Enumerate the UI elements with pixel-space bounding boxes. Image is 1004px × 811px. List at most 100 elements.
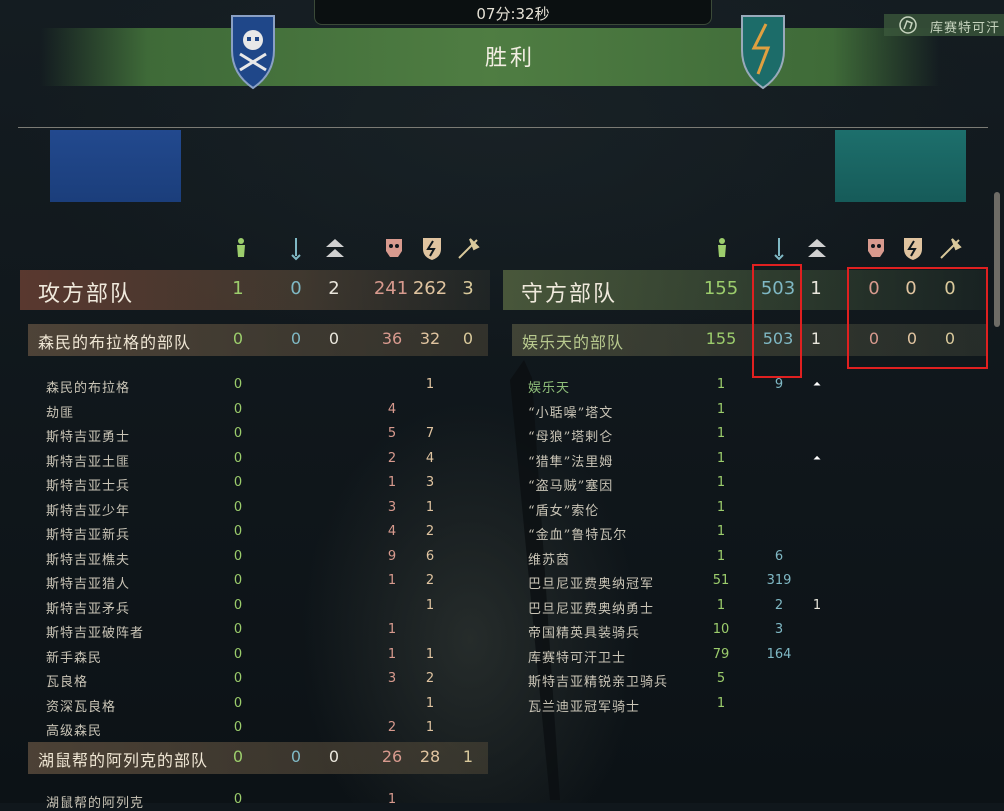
troop-routed: 1	[425, 647, 435, 662]
defender-flag	[835, 130, 966, 202]
troop-name: 劫匪	[46, 406, 75, 421]
troop-name: 娱乐天	[528, 381, 571, 396]
killed-icon	[386, 239, 402, 257]
battle-result-title: 胜利	[484, 46, 535, 71]
troop-ready: 0	[233, 426, 243, 441]
upgrade-icon	[808, 239, 826, 257]
troop-name: 斯特吉亚土匪	[46, 455, 131, 470]
party-ready: 0	[232, 747, 244, 766]
troop-name: 瓦良格	[46, 675, 89, 690]
troop-ready: 1	[716, 377, 726, 392]
troop-ready: 1	[716, 500, 726, 515]
troop-ready: 79	[712, 647, 730, 662]
party-upgrade: 0	[328, 747, 340, 766]
attacker-party-row[interactable]: 湖鼠帮的阿列克的部队 0 0 0 26 28 1	[28, 742, 488, 774]
troop-ready: 1	[716, 598, 726, 613]
leader-tag[interactable]: 库赛特可汗	[884, 14, 1004, 36]
attacker-ready: 1	[232, 278, 244, 299]
troop-name: 资深瓦良格	[46, 700, 117, 715]
party-ready: 155	[705, 329, 737, 348]
troop-killed: 4	[387, 524, 397, 539]
troop-ready: 0	[233, 573, 243, 588]
troop-routed: 1	[425, 500, 435, 515]
troop-ready: 1	[716, 696, 726, 711]
party-name: 湖鼠帮的阿列克的部队	[38, 751, 209, 770]
troop-ready: 1	[716, 549, 726, 564]
troop-routed: 2	[425, 573, 435, 588]
troop-killed: 3	[387, 671, 397, 686]
troop-ready: 1	[716, 426, 726, 441]
troop-name: 斯特吉亚樵夫	[46, 553, 131, 568]
troop-ready: 0	[233, 475, 243, 490]
party-ready: 0	[232, 329, 244, 348]
routed-icon	[904, 238, 922, 260]
upgrade-icon	[326, 239, 344, 257]
party-name: 娱乐天的部队	[522, 333, 625, 352]
party-routed: 28	[419, 747, 441, 766]
attacker-summary-row: 攻方部队 1 0 2 241 262 3	[20, 270, 490, 310]
troop-routed: 6	[425, 549, 435, 564]
troop-ready: 0	[233, 451, 243, 466]
troop-wounded: 2	[774, 598, 784, 613]
troop-ready: 0	[233, 402, 243, 417]
upgrade-icon[interactable]: ⏶	[810, 380, 824, 390]
attacker-kills: 3	[462, 278, 474, 299]
troop-wounded: 6	[774, 549, 784, 564]
troop-ready: 0	[233, 524, 243, 539]
upgrade-icon[interactable]: ⏶	[810, 454, 824, 464]
troop-killed: 5	[387, 426, 397, 441]
ready-soldier-icon	[718, 238, 726, 257]
horse-icon	[899, 16, 917, 34]
attacker-shield-icon	[231, 15, 275, 90]
troop-name: “猎隼”法里姆	[528, 455, 614, 470]
troop-name: 维苏茵	[528, 553, 571, 568]
party-name: 森民的布拉格的部队	[38, 333, 192, 352]
troop-routed: 3	[425, 475, 435, 490]
troop-killed: 1	[387, 647, 397, 662]
party-killed: 36	[381, 329, 403, 348]
ready-soldier-icon	[237, 238, 245, 257]
troop-name: “金血”鲁特瓦尔	[528, 528, 628, 543]
party-killed: 26	[381, 747, 403, 766]
troop-killed: 1	[387, 792, 397, 807]
troop-killed: 4	[387, 402, 397, 417]
troop-routed: 1	[425, 696, 435, 711]
troop-name: 湖鼠帮的阿列克	[46, 796, 145, 811]
troop-ready: 5	[716, 671, 726, 686]
defender-upgrade: 1	[810, 278, 822, 299]
troop-name: 库赛特可汗卫士	[528, 651, 627, 666]
party-upgrade: 1	[810, 329, 822, 348]
kills-icon	[940, 238, 962, 259]
troop-upgrade: 1	[812, 598, 822, 613]
troop-routed: 1	[425, 377, 435, 392]
attacker-party-row[interactable]: 森民的布拉格的部队 0 0 0 36 32 0	[28, 324, 488, 356]
troop-name: 帝国精英具装骑兵	[528, 626, 641, 641]
troop-killed: 3	[387, 500, 397, 515]
party-kills: 1	[462, 747, 474, 766]
troop-ready: 1	[716, 402, 726, 417]
troop-ready: 0	[233, 671, 243, 686]
troop-name: 斯特吉亚破阵者	[46, 626, 145, 641]
party-wounded: 0	[290, 747, 302, 766]
scrollbar[interactable]	[994, 192, 1000, 327]
troop-ready: 1	[716, 451, 726, 466]
troop-killed: 2	[387, 720, 397, 735]
party-routed: 32	[419, 329, 441, 348]
attacker-wounded: 0	[290, 278, 302, 299]
troop-ready: 51	[712, 573, 730, 588]
troop-name: “盗马贼”塞因	[528, 479, 614, 494]
top-bar: 07分:32秒 胜利 库赛特可汗	[0, 0, 1004, 120]
troop-ready: 0	[233, 377, 243, 392]
troop-wounded: 164	[766, 647, 792, 662]
troop-routed: 2	[425, 671, 435, 686]
troop-routed: 4	[425, 451, 435, 466]
troop-routed: 1	[425, 598, 435, 613]
troop-killed: 1	[387, 475, 397, 490]
wounded-icon	[291, 238, 301, 261]
troop-routed: 7	[425, 426, 435, 441]
timer-panel: 07分:32秒	[314, 0, 712, 25]
troop-name: 巴旦尼亚费奥纳冠军	[528, 577, 655, 592]
defender-title: 守方部队	[521, 282, 618, 307]
troop-killed: 9	[387, 549, 397, 564]
troop-name: 斯特吉亚少年	[46, 504, 131, 519]
